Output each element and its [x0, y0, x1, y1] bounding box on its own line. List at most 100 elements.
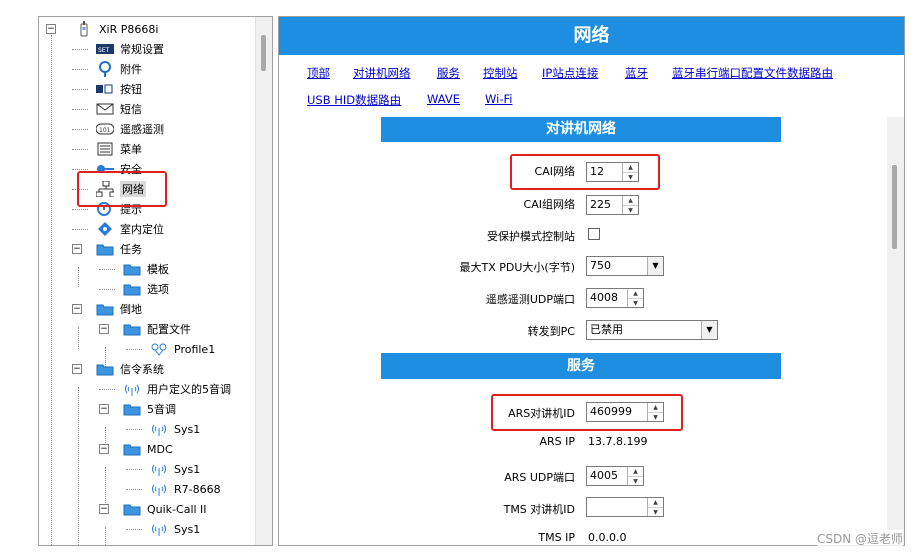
tree-item-label: 选项 [147, 283, 169, 296]
spin-down-icon[interactable]: ▼ [628, 477, 643, 486]
tree-item[interactable]: 按钮 [96, 79, 142, 99]
link-radio-network[interactable]: 对讲机网络 [353, 65, 411, 81]
tree-item-label: 信令系统 [120, 363, 164, 376]
telemetry-udp-port-value: 4008 [590, 291, 618, 304]
settings-form: 对讲机网络 CAI网络 12 ▲ ▼ CAI组网络 225 ▲ ▼ 受保护模式控制站… [279, 117, 886, 545]
cai-group-network-input[interactable]: 225 ▲ ▼ [586, 195, 639, 215]
link-control-station[interactable]: 控制站 [483, 65, 518, 81]
ars-udp-port-input[interactable]: 4005 ▲ ▼ [586, 466, 644, 486]
tree-collapse-toggle[interactable]: − [99, 404, 109, 414]
tree-item[interactable]: Quik-Call II [123, 499, 207, 519]
tree-scrollbar[interactable] [255, 17, 272, 545]
folder-icon [123, 321, 141, 337]
tree-guide-line [78, 267, 79, 287]
tree-collapse-toggle[interactable]: − [99, 324, 109, 334]
tree-guide-line [126, 489, 142, 490]
link-services[interactable]: 服务 [437, 65, 460, 81]
tms-radio-id-value [587, 498, 647, 516]
tree-item-label: 5音调 [147, 403, 176, 416]
folder-icon [123, 501, 141, 517]
folder-icon [96, 361, 114, 377]
tree-item-label: Sys1 [174, 462, 201, 476]
link-ip-site-connect[interactable]: IP站点连接 [542, 65, 598, 81]
tree-item[interactable]: Profile1 [150, 339, 215, 359]
tree-item[interactable]: MDC [123, 439, 173, 459]
tree-item[interactable]: 短信 [96, 99, 142, 119]
telemetry-udp-port-input[interactable]: 4008 ▲ ▼ [586, 288, 644, 308]
cai-group-network-label: CAI组网络 [523, 198, 575, 211]
tree-item[interactable]: Sys1 [150, 419, 200, 439]
form-scroll-thumb[interactable] [892, 165, 897, 249]
tree-guide-line [72, 109, 88, 110]
forward-to-pc-value: 已禁用 [590, 323, 623, 336]
dropdown-arrow-icon[interactable]: ▼ [701, 321, 717, 339]
link-usb-hid-routing[interactable]: USB HID数据路由 [307, 92, 401, 108]
folder-icon [96, 241, 114, 257]
tree-collapse-toggle[interactable]: − [72, 304, 82, 314]
form-scrollbar[interactable] [887, 117, 904, 545]
tree-item-label: 模板 [147, 263, 169, 276]
tree-guide-line [72, 149, 88, 150]
tree-item[interactable]: 附件 [96, 59, 142, 79]
telemetry-icon: 101 [96, 121, 114, 137]
network-highlight-box [77, 171, 167, 207]
spin-up-icon[interactable]: ▲ [623, 196, 638, 206]
ars-ip-label: ARS IP [539, 435, 575, 448]
tree-item[interactable]: 配置文件 [123, 319, 191, 339]
signal-icon [150, 421, 168, 437]
spin-up-icon[interactable]: ▲ [628, 467, 643, 477]
link-top[interactable]: 顶部 [307, 65, 330, 81]
folder-icon [123, 281, 141, 297]
tree-collapse-toggle[interactable]: − [72, 244, 82, 254]
link-wifi[interactable]: Wi-Fi [485, 92, 512, 106]
max-tx-pdu-select[interactable]: 750 ▼ [586, 256, 664, 276]
tree-item[interactable]: 模板 [123, 259, 169, 279]
tree-root-label: XiR P8668i [99, 22, 159, 36]
tree-item[interactable]: R7-8668 [150, 479, 221, 499]
tree-root[interactable]: XiR P8668i [75, 19, 158, 39]
tree-guide-line [51, 35, 52, 545]
forward-to-pc-select[interactable]: 已禁用 ▼ [586, 320, 718, 340]
tree-item[interactable]: 信令系统 [96, 359, 164, 379]
spin-down-icon[interactable]: ▼ [623, 206, 638, 215]
protected-control-station-label: 受保护模式控制站 [487, 230, 575, 243]
tree-scroll-thumb[interactable] [261, 35, 266, 71]
tree-collapse-toggle[interactable]: − [72, 364, 82, 374]
tree-guide-line [126, 469, 142, 470]
tree-item[interactable]: SET 常规设置 [96, 39, 164, 59]
tree-item[interactable]: 室内定位 [96, 219, 164, 239]
tree-collapse-toggle[interactable]: − [99, 444, 109, 454]
tree-item[interactable]: 用户定义的5音调 [123, 379, 231, 399]
tree-item[interactable]: 任务 [96, 239, 142, 259]
spin-down-icon[interactable]: ▼ [628, 299, 643, 308]
tree-item[interactable]: 菜单 [96, 139, 142, 159]
page-title: 网络 [279, 17, 904, 55]
root-collapse-toggle[interactable]: − [46, 24, 56, 34]
dropdown-arrow-icon[interactable]: ▼ [647, 257, 663, 275]
tree-item[interactable]: 倒地 [96, 299, 142, 319]
tms-radio-id-input[interactable]: ▲ ▼ [586, 497, 664, 517]
protected-control-station-checkbox[interactable] [588, 228, 600, 240]
tree-item[interactable]: Sys1 [150, 459, 200, 479]
tree-item-label: 遥感遥测 [120, 123, 164, 136]
link-wave[interactable]: WAVE [427, 92, 460, 106]
folder-icon [123, 261, 141, 277]
svg-text:SET: SET [98, 47, 110, 54]
spin-up-icon[interactable]: ▲ [628, 289, 643, 299]
tree-item[interactable]: 选项 [123, 279, 169, 299]
accessory-icon [96, 61, 114, 77]
spin-up-icon[interactable]: ▲ [648, 498, 663, 508]
tree-item[interactable]: 101 遥感遥测 [96, 119, 164, 139]
tree-item-label: Profile1 [174, 342, 216, 356]
tree-collapse-toggle[interactable]: − [99, 504, 109, 514]
tree-item[interactable]: 5音调 [123, 399, 176, 419]
tree-item-label: 倒地 [120, 303, 142, 316]
tree-item[interactable]: Sys1 [150, 519, 200, 539]
spin-down-icon[interactable]: ▼ [648, 508, 663, 517]
tree-guide-line [105, 527, 106, 545]
tree-guide-line [72, 69, 88, 70]
link-bluetooth[interactable]: 蓝牙 [625, 65, 648, 81]
tree-guide-line [126, 349, 142, 350]
link-bluetooth-serial-routing[interactable]: 蓝牙串行端口配置文件数据路由 [672, 65, 833, 81]
network-settings-panel: 网络 顶部 对讲机网络 服务 控制站 IP站点连接 蓝牙 蓝牙串行端口配置文件数… [278, 16, 905, 546]
